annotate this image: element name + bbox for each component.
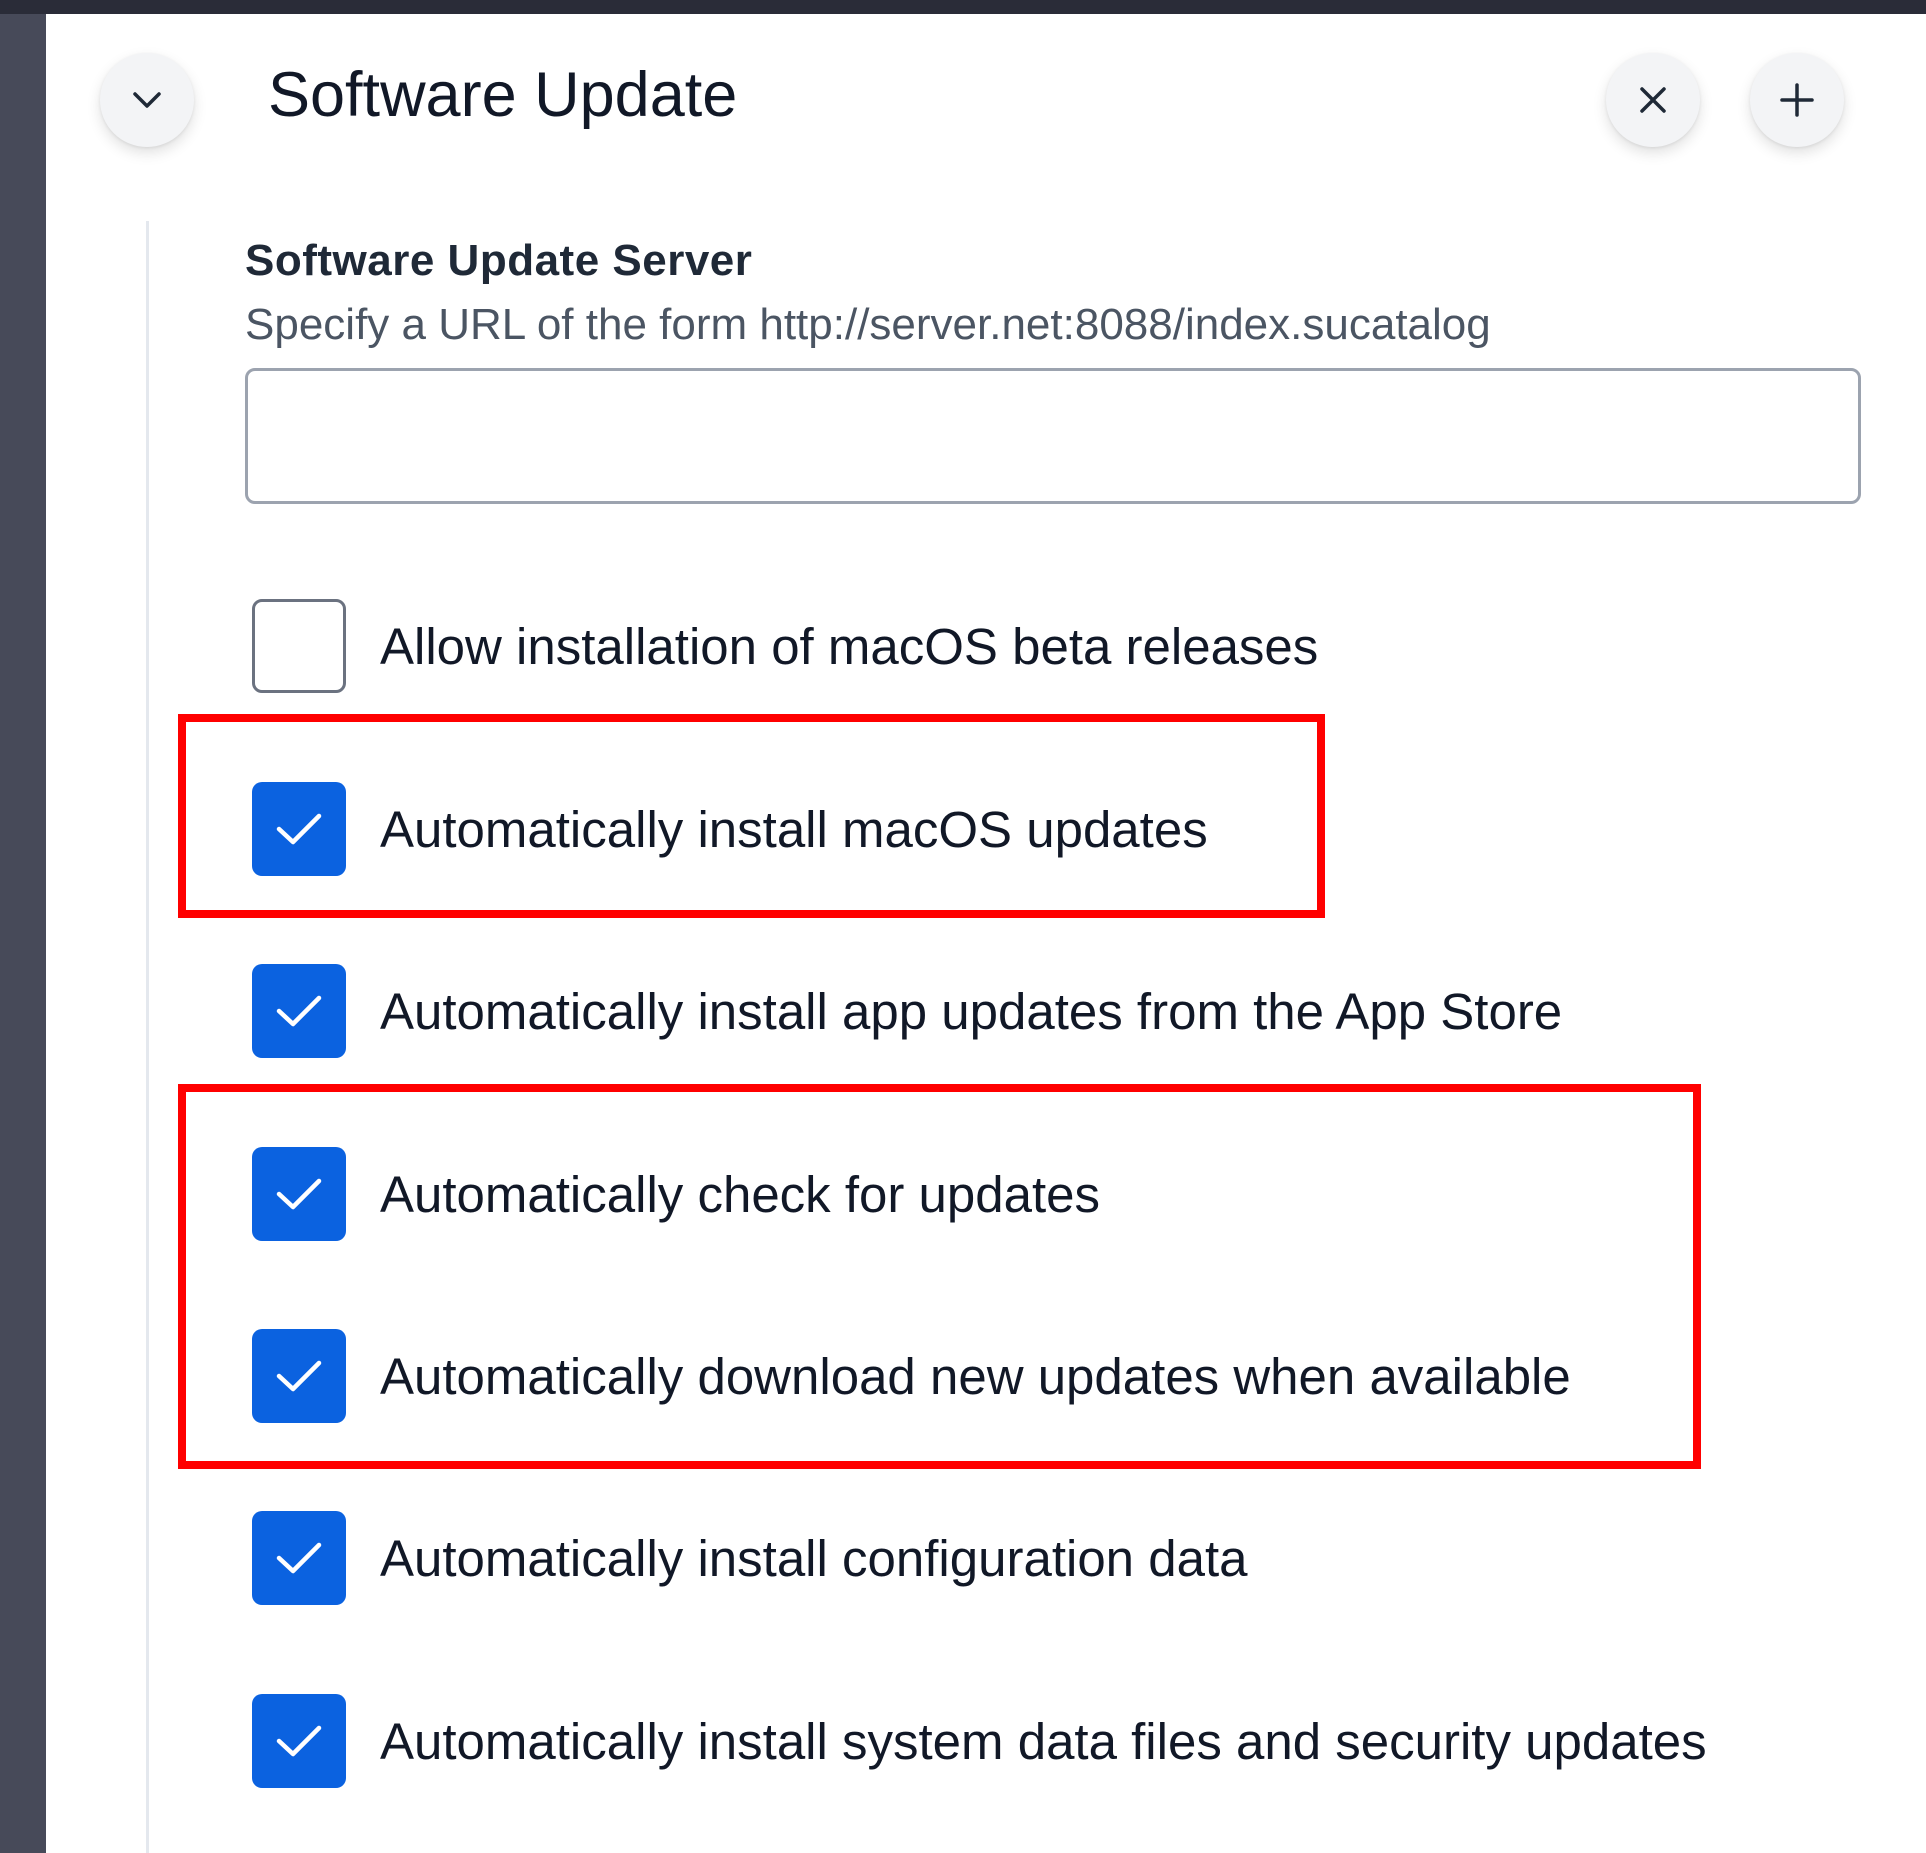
checkbox[interactable] — [252, 1329, 346, 1423]
option-label: Automatically install app updates from t… — [380, 982, 1563, 1040]
option-label: Automatically install configuration data — [380, 1529, 1248, 1587]
chevron-down-icon — [131, 90, 163, 110]
option-label: Automatically install macOS updates — [380, 800, 1208, 858]
checkbox[interactable] — [252, 1511, 346, 1605]
check-icon — [276, 1542, 322, 1574]
check-icon — [276, 1178, 322, 1210]
checkbox[interactable] — [252, 782, 346, 876]
indent-guide — [146, 221, 149, 1853]
page-title: Software Update — [268, 60, 738, 130]
software-update-panel: Software Update Software Update Server S… — [46, 14, 1926, 1853]
option-label: Allow installation of macOS beta release… — [380, 617, 1319, 675]
option-label: Automatically download new updates when … — [380, 1347, 1571, 1405]
plus-icon — [1779, 82, 1815, 118]
option-label: Automatically install system data files … — [380, 1712, 1707, 1770]
option-auto-install-macos[interactable]: Automatically install macOS updates — [252, 782, 1208, 876]
option-auto-check[interactable]: Automatically check for updates — [252, 1147, 1100, 1241]
option-auto-install-app-store[interactable]: Automatically install app updates from t… — [252, 964, 1562, 1058]
check-icon — [276, 995, 322, 1027]
option-label: Automatically check for updates — [380, 1165, 1101, 1223]
checkbox[interactable] — [252, 1147, 346, 1241]
check-icon — [276, 1725, 322, 1757]
check-icon — [276, 1360, 322, 1392]
server-field-help: Specify a URL of the form http://server.… — [245, 300, 1491, 349]
server-field-label: Software Update Server — [245, 236, 753, 285]
software-update-server-input[interactable] — [245, 368, 1861, 504]
collapse-button[interactable] — [100, 53, 194, 147]
option-allow-beta[interactable]: Allow installation of macOS beta release… — [252, 599, 1318, 693]
checkbox[interactable] — [252, 599, 346, 693]
window-top-bar — [0, 0, 1926, 14]
option-auto-download[interactable]: Automatically download new updates when … — [252, 1329, 1571, 1423]
close-icon — [1638, 85, 1668, 115]
check-icon — [276, 813, 322, 845]
checkbox[interactable] — [252, 964, 346, 1058]
checkbox[interactable] — [252, 1694, 346, 1788]
add-button[interactable] — [1750, 53, 1844, 147]
option-auto-install-security[interactable]: Automatically install system data files … — [252, 1694, 1707, 1788]
option-auto-install-config[interactable]: Automatically install configuration data — [252, 1511, 1247, 1605]
remove-button[interactable] — [1606, 53, 1700, 147]
